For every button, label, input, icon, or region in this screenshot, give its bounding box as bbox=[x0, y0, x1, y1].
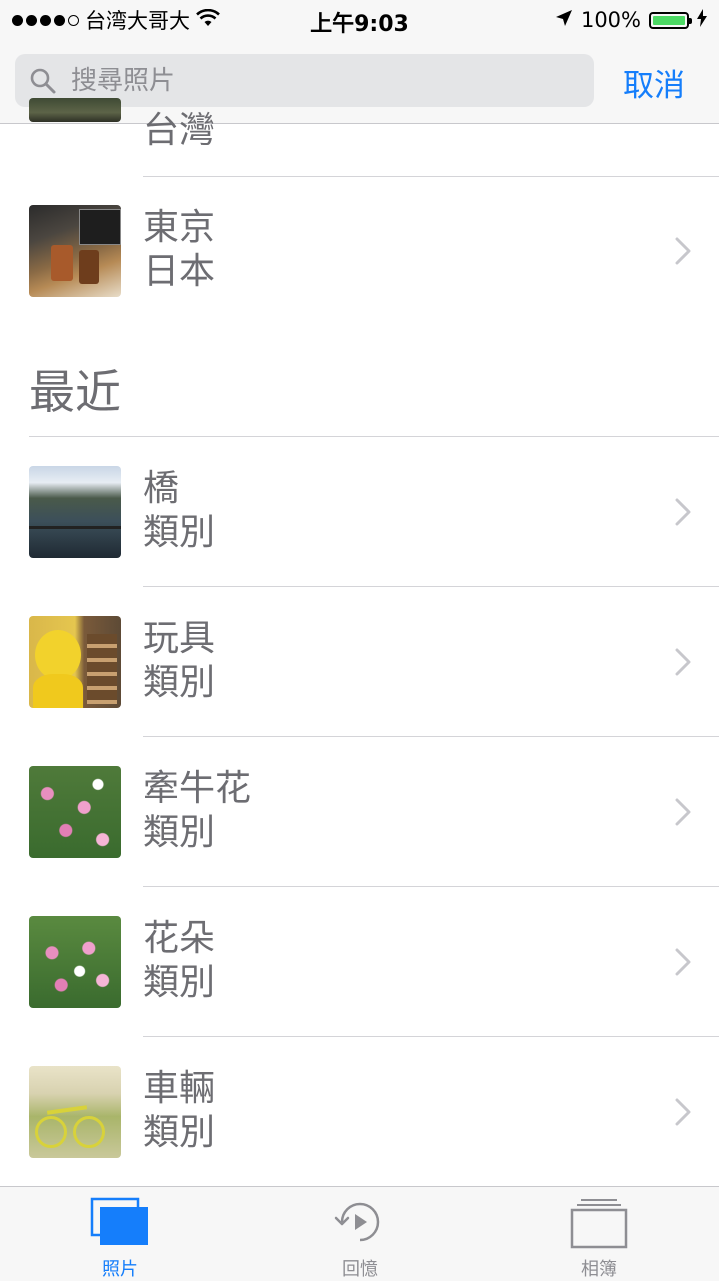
chevron-right-icon bbox=[675, 648, 691, 676]
thumbnail-tokyo bbox=[29, 205, 121, 297]
tab-label: 相簿 bbox=[581, 1259, 617, 1280]
tab-memories[interactable]: 回憶 bbox=[240, 1187, 480, 1281]
thumbnail-taiwan bbox=[29, 98, 121, 122]
list-item-flowers[interactable]: 花朵 類別 bbox=[0, 887, 719, 1037]
chevron-right-icon bbox=[675, 1098, 691, 1126]
tab-albums[interactable]: 相簿 bbox=[479, 1187, 719, 1281]
memories-icon bbox=[332, 1197, 388, 1251]
tab-label: 照片 bbox=[102, 1259, 138, 1280]
list-item-toys[interactable]: 玩具 類別 bbox=[0, 587, 719, 737]
photos-icon bbox=[90, 1197, 150, 1251]
thumbnail-bridge bbox=[29, 466, 121, 558]
row-subtitle: 類別 bbox=[143, 1111, 216, 1153]
row-title: 車輛 bbox=[143, 1068, 216, 1109]
row-title: 橋 bbox=[143, 468, 180, 509]
list-item-taiwan[interactable]: 台灣 bbox=[0, 34, 719, 176]
list-item-tokyo[interactable]: 東京 日本 bbox=[0, 176, 719, 326]
list-item-vehicles[interactable]: 車輛 類別 bbox=[0, 1037, 719, 1187]
section-header-recent: 最近 bbox=[29, 365, 121, 419]
status-right: 100% bbox=[555, 6, 707, 34]
row-subtitle: 類別 bbox=[143, 811, 216, 853]
row-subtitle: 日本 bbox=[143, 250, 216, 292]
chevron-right-icon bbox=[675, 798, 691, 826]
thumbnail-toys bbox=[29, 616, 121, 708]
row-title: 花朵 bbox=[143, 918, 216, 959]
thumbnail-morning-glory bbox=[29, 766, 121, 858]
row-subtitle: 類別 bbox=[143, 961, 216, 1003]
battery-icon bbox=[649, 11, 692, 29]
row-title: 東京 bbox=[143, 207, 216, 248]
location-arrow-icon bbox=[555, 9, 573, 31]
charging-bolt-icon bbox=[697, 9, 707, 31]
row-title: 玩具 bbox=[143, 618, 216, 659]
albums-icon bbox=[569, 1197, 629, 1253]
tab-label: 回憶 bbox=[342, 1259, 378, 1280]
chevron-right-icon bbox=[675, 237, 691, 265]
row-title: 台灣 bbox=[143, 110, 216, 151]
chevron-right-icon bbox=[675, 498, 691, 526]
chevron-right-icon bbox=[675, 948, 691, 976]
row-title: 牽牛花 bbox=[143, 768, 252, 809]
thumbnail-vehicles bbox=[29, 1066, 121, 1158]
battery-percentage: 100% bbox=[580, 8, 641, 32]
row-subtitle: 類別 bbox=[143, 661, 216, 703]
tab-photos[interactable]: 照片 bbox=[0, 1187, 240, 1281]
tab-bar: 照片 回憶 相簿 bbox=[0, 1186, 719, 1281]
list-item-morning-glory[interactable]: 牽牛花 類別 bbox=[0, 737, 719, 887]
row-subtitle: 類別 bbox=[143, 511, 216, 553]
list-item-bridge[interactable]: 橋 類別 bbox=[0, 437, 719, 587]
thumbnail-flowers bbox=[29, 916, 121, 1008]
